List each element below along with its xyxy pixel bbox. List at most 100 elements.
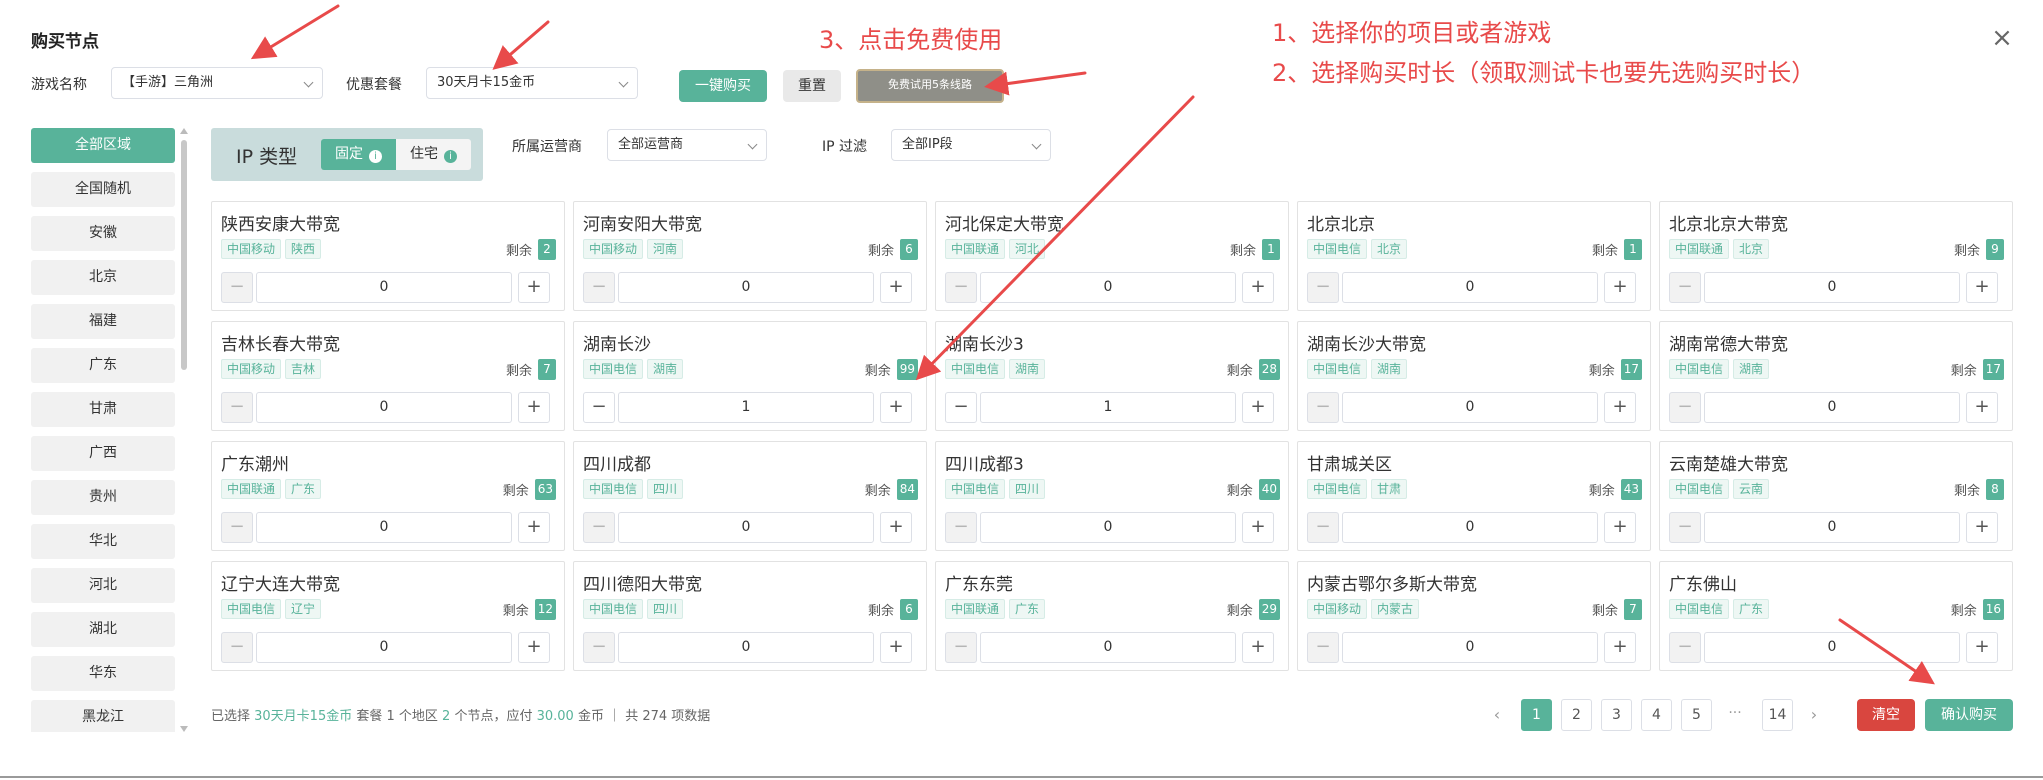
sidebar-item[interactable]: 全国随机 (31, 172, 175, 207)
quantity-input[interactable]: 1 (618, 392, 874, 423)
scroll-down-icon[interactable] (180, 726, 188, 732)
quantity-input[interactable]: 0 (618, 512, 874, 543)
sidebar-item[interactable]: 甘肃 (31, 392, 175, 427)
decrement-button[interactable]: − (1307, 512, 1339, 543)
page-last[interactable]: 14 (1762, 699, 1793, 731)
decrement-button[interactable]: − (1307, 272, 1339, 303)
quantity-input[interactable]: 0 (1704, 512, 1960, 543)
decrement-button[interactable]: − (1307, 632, 1339, 663)
ip-type-fixed-option[interactable]: 固定 i (321, 139, 396, 170)
quantity-input[interactable]: 0 (256, 632, 512, 663)
increment-button[interactable]: + (518, 392, 550, 423)
scrollbar-thumb[interactable] (181, 140, 187, 370)
quantity-input[interactable]: 0 (1704, 392, 1960, 423)
increment-button[interactable]: + (1242, 272, 1274, 303)
decrement-button[interactable]: − (583, 512, 615, 543)
increment-button[interactable]: + (1604, 512, 1636, 543)
increment-button[interactable]: + (1966, 392, 1998, 423)
decrement-button[interactable]: − (1307, 392, 1339, 423)
quantity-input[interactable]: 0 (1342, 632, 1598, 663)
increment-button[interactable]: + (880, 392, 912, 423)
page-5[interactable]: 5 (1681, 699, 1712, 731)
increment-button[interactable]: + (518, 512, 550, 543)
decrement-button[interactable]: − (221, 512, 253, 543)
increment-button[interactable]: + (1604, 632, 1636, 663)
free-trial-button[interactable]: 免费试用5条线路 (856, 69, 1004, 103)
increment-button[interactable]: + (518, 632, 550, 663)
quantity-input[interactable]: 0 (1704, 272, 1960, 303)
confirm-buy-button[interactable]: 确认购买 (1925, 699, 2013, 731)
sidebar-item[interactable]: 湖北 (31, 612, 175, 647)
increment-button[interactable]: + (1604, 392, 1636, 423)
quantity-input[interactable]: 0 (256, 392, 512, 423)
quantity-input[interactable]: 0 (980, 512, 1236, 543)
increment-button[interactable]: + (1604, 272, 1636, 303)
isp-tag: 中国移动 (1307, 599, 1368, 619)
quantity-input[interactable]: 1 (980, 392, 1236, 423)
sidebar-item[interactable]: 广东 (31, 348, 175, 383)
page-3[interactable]: 3 (1601, 699, 1632, 731)
quantity-input[interactable]: 0 (256, 512, 512, 543)
increment-button[interactable]: + (880, 512, 912, 543)
increment-button[interactable]: + (1242, 392, 1274, 423)
quantity-input[interactable]: 0 (618, 632, 874, 663)
decrement-button[interactable]: − (221, 632, 253, 663)
isp-tag: 中国电信 (1669, 599, 1730, 619)
increment-button[interactable]: + (880, 272, 912, 303)
sidebar-item[interactable]: 广西 (31, 436, 175, 471)
quantity-input[interactable]: 0 (618, 272, 874, 303)
clear-button[interactable]: 清空 (1857, 699, 1915, 731)
decrement-button[interactable]: − (945, 512, 977, 543)
quantity-input[interactable]: 0 (256, 272, 512, 303)
next-page-icon[interactable]: › (1804, 699, 1824, 731)
package-select[interactable]: 30天月卡15金币 (426, 67, 638, 99)
decrement-button[interactable]: − (583, 392, 615, 423)
sidebar-item[interactable]: 贵州 (31, 480, 175, 515)
increment-button[interactable]: + (1966, 632, 1998, 663)
close-icon[interactable]: × (1988, 24, 2016, 52)
decrement-button[interactable]: − (1669, 272, 1701, 303)
decrement-button[interactable]: − (221, 392, 253, 423)
prev-page-icon[interactable]: ‹ (1487, 699, 1507, 731)
quantity-input[interactable]: 0 (980, 272, 1236, 303)
sidebar-item[interactable]: 福建 (31, 304, 175, 339)
sidebar-scrollbar[interactable] (180, 128, 188, 732)
decrement-button[interactable]: − (221, 272, 253, 303)
ip-type-residential-option[interactable]: 住宅 i (396, 139, 471, 170)
sidebar-item[interactable]: 北京 (31, 260, 175, 295)
quantity-input[interactable]: 0 (1342, 272, 1598, 303)
decrement-button[interactable]: − (945, 392, 977, 423)
decrement-button[interactable]: − (583, 272, 615, 303)
game-select[interactable]: 【手游】三角洲 (111, 67, 323, 99)
quantity-input[interactable]: 0 (1704, 632, 1960, 663)
sidebar-item[interactable]: 黑龙江 (31, 700, 175, 732)
increment-button[interactable]: + (1966, 272, 1998, 303)
sidebar-item[interactable]: 华北 (31, 524, 175, 559)
sidebar-item[interactable]: 安徽 (31, 216, 175, 251)
reset-button[interactable]: 重置 (783, 70, 841, 102)
quantity-input[interactable]: 0 (980, 632, 1236, 663)
increment-button[interactable]: + (1242, 632, 1274, 663)
scroll-up-icon[interactable] (180, 128, 188, 134)
quantity-input[interactable]: 0 (1342, 392, 1598, 423)
decrement-button[interactable]: − (1669, 632, 1701, 663)
decrement-button[interactable]: − (945, 632, 977, 663)
sidebar-item[interactable]: 全部区域 (31, 128, 175, 163)
decrement-button[interactable]: − (583, 632, 615, 663)
decrement-button[interactable]: − (945, 272, 977, 303)
page-2[interactable]: 2 (1561, 699, 1592, 731)
page-1[interactable]: 1 (1521, 699, 1552, 731)
one-click-buy-button[interactable]: 一键购买 (679, 70, 767, 102)
page-4[interactable]: 4 (1641, 699, 1672, 731)
sidebar-item[interactable]: 华东 (31, 656, 175, 691)
sidebar-item[interactable]: 河北 (31, 568, 175, 603)
decrement-button[interactable]: − (1669, 512, 1701, 543)
operator-select[interactable]: 全部运营商 (607, 129, 767, 161)
increment-button[interactable]: + (880, 632, 912, 663)
ip-filter-select[interactable]: 全部IP段 (891, 129, 1051, 161)
increment-button[interactable]: + (1242, 512, 1274, 543)
quantity-input[interactable]: 0 (1342, 512, 1598, 543)
increment-button[interactable]: + (1966, 512, 1998, 543)
increment-button[interactable]: + (518, 272, 550, 303)
decrement-button[interactable]: − (1669, 392, 1701, 423)
